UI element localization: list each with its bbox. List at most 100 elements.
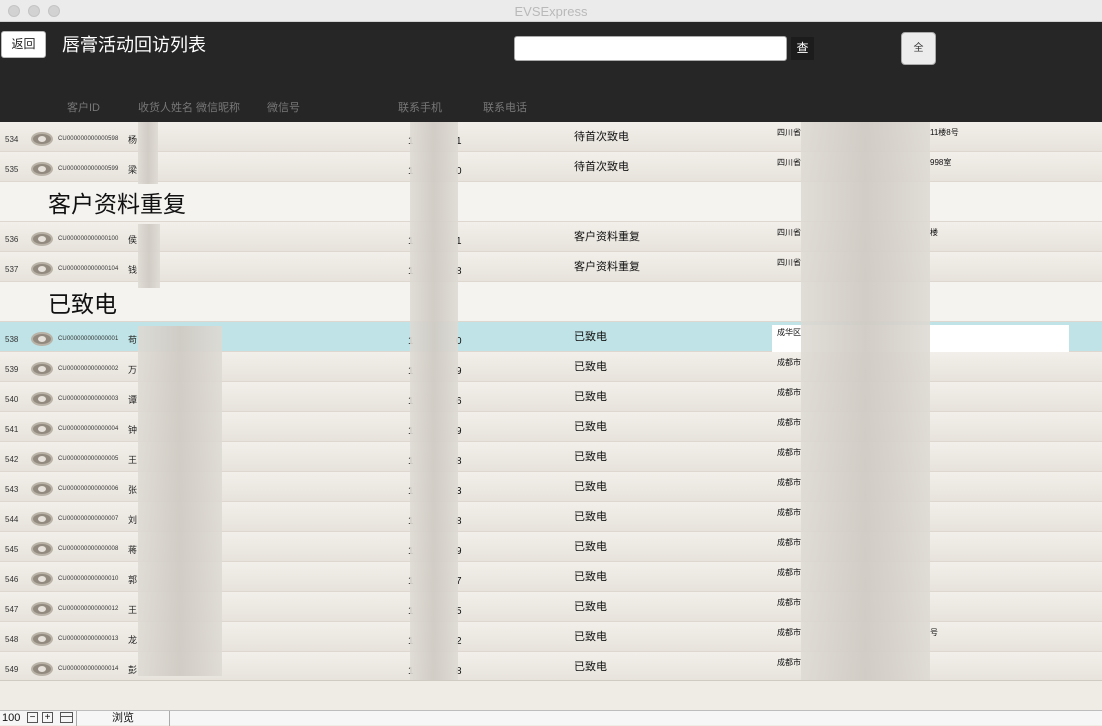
view-icon[interactable] xyxy=(31,602,53,616)
column-header-wechat-nickname[interactable]: 微信昵称 xyxy=(196,99,240,115)
group-label: 客户资料重复 xyxy=(48,192,186,218)
view-icon[interactable] xyxy=(31,132,53,146)
back-button[interactable]: 返回 xyxy=(1,31,46,58)
view-icon[interactable] xyxy=(31,422,53,436)
view-icon[interactable] xyxy=(31,332,53,346)
customer-id: CU000000000000001 xyxy=(58,336,119,342)
recipient-name: 万 xyxy=(128,365,138,375)
visit-status: 已致电 xyxy=(574,481,607,493)
row-number: 548 xyxy=(5,635,19,644)
recipient-name: 刘 xyxy=(128,515,138,525)
table-row[interactable]: 536CU000000000000100侯11客户资料重复四川省楼 xyxy=(0,222,1102,252)
customer-id: CU000000000000003 xyxy=(58,396,119,402)
customer-id: CU000000000000100 xyxy=(58,236,119,242)
visit-status: 已致电 xyxy=(574,391,607,403)
view-mode[interactable]: 浏览 xyxy=(76,711,170,726)
view-icon[interactable] xyxy=(31,262,53,276)
window-titlebar: EVSExpress xyxy=(0,0,1102,22)
row-number: 540 xyxy=(5,395,19,404)
customer-id: CU000000000000014 xyxy=(58,666,119,672)
customer-id: CU000000000000598 xyxy=(58,136,119,142)
page-header: 返回 唇膏活动回访列表 查 全 客户ID 收货人姓名 微信昵称 微信号 联系手机… xyxy=(0,22,1102,122)
view-icon[interactable] xyxy=(31,452,53,466)
visit-status: 已致电 xyxy=(574,361,607,373)
redacted-region xyxy=(138,224,160,288)
view-icon[interactable] xyxy=(31,572,53,586)
recipient-name: 郭 xyxy=(128,575,138,585)
column-header-phone[interactable]: 联系电话 xyxy=(483,99,527,115)
customer-id: CU000000000000012 xyxy=(58,606,119,612)
recipient-name: 钟 xyxy=(128,425,138,435)
row-number: 542 xyxy=(5,455,19,464)
recipient-name: 谭 xyxy=(128,395,138,405)
view-icon[interactable] xyxy=(31,512,53,526)
list-footer xyxy=(0,680,1102,710)
row-number: 544 xyxy=(5,515,19,524)
address-start: 成都市 xyxy=(777,628,801,637)
address-end: 楼 xyxy=(930,228,938,237)
address-end: 号 xyxy=(930,628,938,637)
recipient-name: 彭 xyxy=(128,665,138,675)
redacted-region xyxy=(138,326,222,676)
address-end: 998室 xyxy=(930,158,952,167)
column-header-mobile[interactable]: 联系手机 xyxy=(398,99,442,115)
remove-record-button[interactable]: − xyxy=(27,712,38,723)
address-start: 四川省 xyxy=(777,158,801,167)
customer-id: CU000000000000008 xyxy=(58,546,119,552)
record-count: 100 xyxy=(2,712,21,724)
layout-icon[interactable] xyxy=(60,712,73,723)
view-icon[interactable] xyxy=(31,632,53,646)
visit-status: 已致电 xyxy=(574,661,607,673)
table-row[interactable]: 535CU000000000000599梁10待首次致电四川省998室 xyxy=(0,152,1102,182)
visit-status: 客户资料重复 xyxy=(574,261,640,273)
add-record-button[interactable]: + xyxy=(42,712,53,723)
group-header: 客户资料重复 xyxy=(0,182,1102,222)
row-number: 545 xyxy=(5,545,19,554)
group-header: 已致电 xyxy=(0,282,1102,322)
recipient-name: 龙 xyxy=(128,635,138,645)
group-label: 已致电 xyxy=(48,292,117,318)
visit-status: 已致电 xyxy=(574,571,607,583)
redacted-region xyxy=(138,122,158,184)
recipient-name: 梁 xyxy=(128,165,138,175)
customer-id: CU000000000000005 xyxy=(58,456,119,462)
view-icon[interactable] xyxy=(31,362,53,376)
address-start: 成都市 xyxy=(777,598,801,607)
column-header-recipient-name[interactable]: 收货人姓名 xyxy=(138,99,193,115)
view-icon[interactable] xyxy=(31,232,53,246)
address-end: 11楼8号 xyxy=(930,128,959,137)
row-number: 543 xyxy=(5,485,19,494)
row-number: 534 xyxy=(5,135,19,144)
table-row[interactable]: 537CU000000000000104钱18客户资料重复四川省 xyxy=(0,252,1102,282)
address-start: 四川省 xyxy=(777,258,801,267)
search-input[interactable] xyxy=(514,36,787,61)
table-row[interactable]: 534CU000000000000598杨11待首次致电四川省11楼8号 xyxy=(0,122,1102,152)
address-start: 四川省 xyxy=(777,128,801,137)
customer-id: CU000000000000013 xyxy=(58,636,119,642)
customer-id: CU000000000000002 xyxy=(58,366,119,372)
visit-status: 已致电 xyxy=(574,451,607,463)
visit-list: 534CU000000000000598杨11待首次致电四川省11楼8号535C… xyxy=(0,122,1102,682)
redacted-region xyxy=(801,122,930,680)
view-icon[interactable] xyxy=(31,542,53,556)
visit-status: 已致电 xyxy=(574,421,607,433)
show-all-button[interactable]: 全 xyxy=(901,32,936,65)
status-bar: 100 − + 浏览 xyxy=(0,710,1102,726)
column-header-wechat-id[interactable]: 微信号 xyxy=(267,99,300,115)
view-icon[interactable] xyxy=(31,162,53,176)
recipient-name: 侯 xyxy=(128,235,138,245)
row-number: 546 xyxy=(5,575,19,584)
view-icon[interactable] xyxy=(31,482,53,496)
search-button[interactable]: 查 xyxy=(791,37,814,60)
visit-status: 已致电 xyxy=(574,331,607,343)
view-icon[interactable] xyxy=(31,392,53,406)
view-icon[interactable] xyxy=(31,662,53,676)
page-title: 唇膏活动回访列表 xyxy=(62,35,206,56)
row-number: 549 xyxy=(5,665,19,674)
column-header-customer-id[interactable]: 客户ID xyxy=(67,99,100,115)
row-number: 535 xyxy=(5,165,19,174)
customer-id: CU000000000000006 xyxy=(58,486,119,492)
customer-id: CU000000000000599 xyxy=(58,166,119,172)
row-number: 547 xyxy=(5,605,19,614)
recipient-name: 张 xyxy=(128,485,138,495)
